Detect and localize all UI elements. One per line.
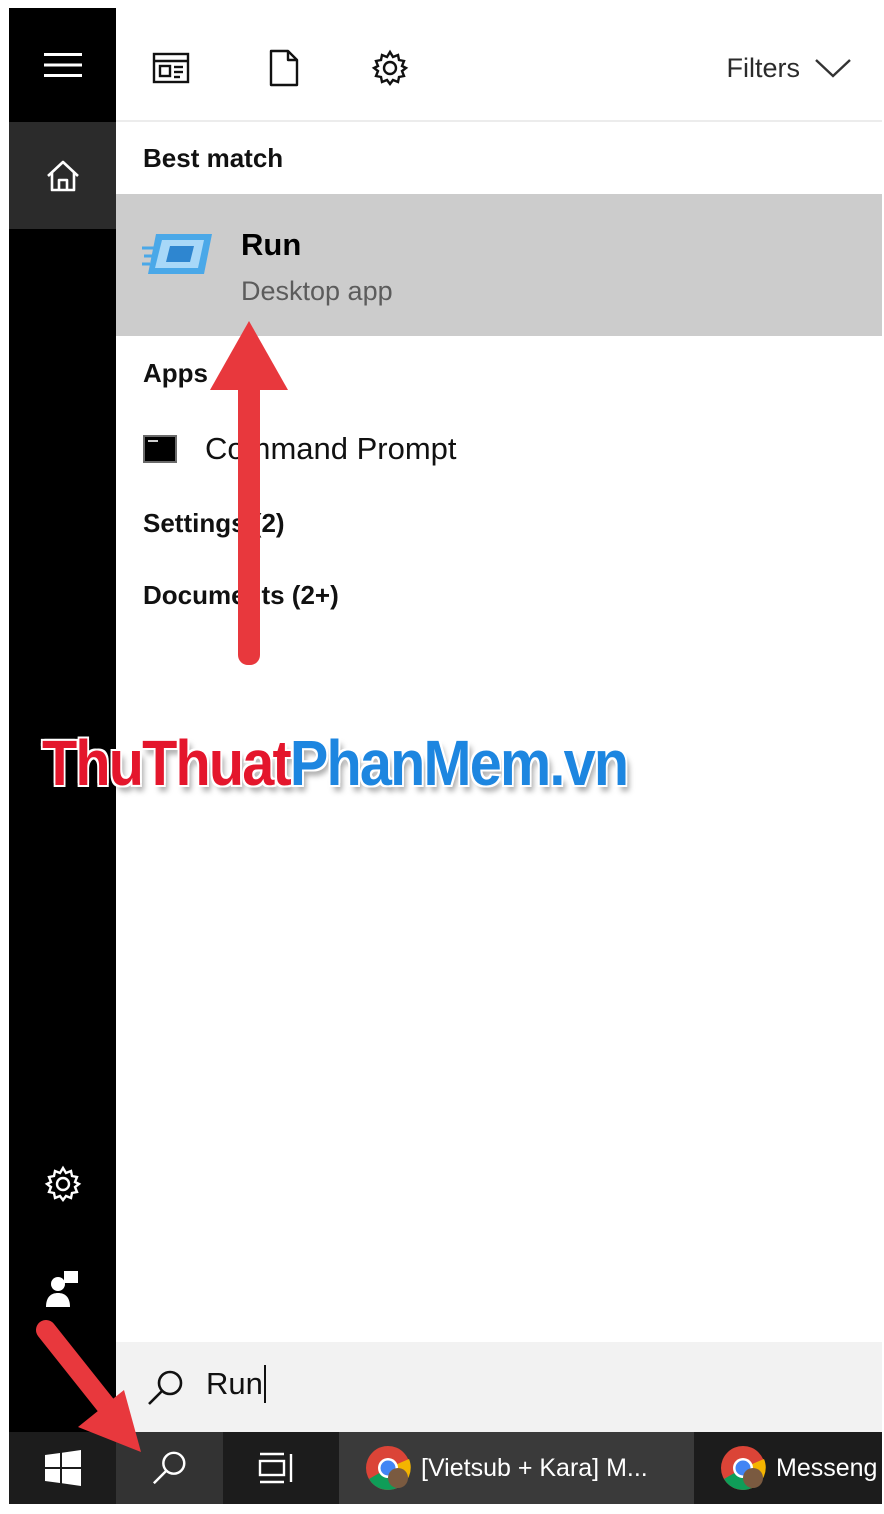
task-label: Messeng xyxy=(776,1453,878,1482)
filters-dropdown[interactable]: Filters xyxy=(727,48,853,88)
command-prompt-label: Command Prompt xyxy=(205,431,457,466)
task-label: [Vietsub + Kara] M... xyxy=(421,1453,648,1482)
home-button[interactable] xyxy=(9,122,116,229)
search-filter-toolbar: Filters xyxy=(116,8,882,122)
chevron-down-icon xyxy=(815,59,851,78)
chrome-icon xyxy=(721,1446,766,1490)
search-box[interactable]: Run xyxy=(116,1342,882,1432)
start-search-window: Filters Best match Run Desktop app Apps xyxy=(9,8,882,1504)
run-app-icon xyxy=(142,234,212,274)
document-icon xyxy=(269,49,299,87)
watermark-part1: ThuThuat xyxy=(42,727,292,799)
user-icon xyxy=(45,1271,78,1307)
taskbar-app-chrome-messenger[interactable]: Messeng xyxy=(694,1432,882,1504)
hamburger-icon xyxy=(43,53,82,77)
start-left-rail xyxy=(9,8,116,1432)
task-view-button[interactable] xyxy=(223,1432,330,1504)
apps-filter-button[interactable] xyxy=(149,46,193,90)
run-subtitle: Desktop app xyxy=(241,276,393,306)
documents-filter-button[interactable] xyxy=(262,46,306,90)
search-icon xyxy=(148,1370,183,1405)
user-account-button[interactable] xyxy=(9,1253,116,1325)
chrome-icon xyxy=(366,1446,411,1490)
apps-heading: Apps xyxy=(143,358,208,388)
start-button[interactable] xyxy=(9,1432,116,1504)
taskbar-app-chrome-vietsub[interactable]: [Vietsub + Kara] M... xyxy=(339,1432,694,1504)
hamburger-menu-button[interactable] xyxy=(9,8,116,122)
settings-results-heading[interactable]: Settings (2) xyxy=(143,508,285,539)
documents-results-heading[interactable]: Documents (2+) xyxy=(143,580,339,611)
gear-icon xyxy=(44,1165,81,1202)
text-caret xyxy=(263,1364,266,1403)
settings-filter-button[interactable] xyxy=(368,46,412,90)
search-input[interactable]: Run xyxy=(206,1364,266,1405)
filters-label: Filters xyxy=(726,52,801,83)
windows-logo-icon xyxy=(44,1450,81,1486)
task-view-icon xyxy=(258,1452,292,1484)
settings-button[interactable] xyxy=(9,1148,116,1220)
search-icon xyxy=(152,1451,185,1485)
best-match-heading: Best match xyxy=(143,143,284,173)
watermark-part2: PhanMem.vn xyxy=(289,727,629,799)
apps-layout-icon xyxy=(152,52,190,84)
run-title: Run xyxy=(241,227,302,262)
taskbar: [Vietsub + Kara] M... Messeng xyxy=(9,1432,882,1504)
search-results-panel: Filters Best match Run Desktop app Apps xyxy=(116,8,882,1432)
best-match-result-run[interactable]: Run Desktop app xyxy=(116,194,882,336)
taskbar-search-button[interactable] xyxy=(116,1432,223,1504)
settings-gear-icon xyxy=(371,49,409,86)
command-prompt-icon xyxy=(143,435,177,463)
search-input-value: Run xyxy=(206,1366,263,1401)
app-result-command-prompt[interactable]: Command Prompt xyxy=(116,413,882,487)
home-icon xyxy=(46,160,79,191)
watermark-logo: ThuThuatPhanMem.vn xyxy=(42,726,629,800)
